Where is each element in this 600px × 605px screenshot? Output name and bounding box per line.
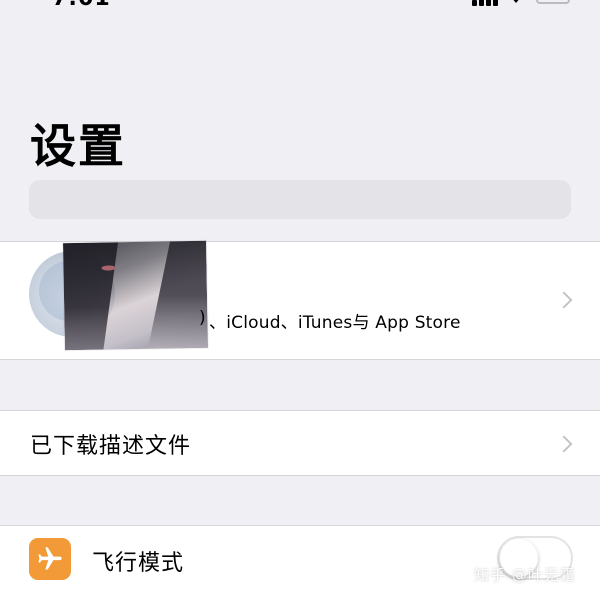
search-input[interactable] (29, 180, 571, 219)
downloaded-profile-row[interactable]: 已下载描述文件 (0, 410, 600, 476)
chevron-right-icon (555, 291, 573, 309)
apple-id-subtitle-text: 、iCloud、iTunes与 App Store (209, 313, 461, 333)
wifi-icon (513, 0, 519, 3)
status-time: 7:01 (52, 0, 111, 11)
chevron-right-icon (555, 435, 573, 453)
apple-id-subtitle: ) 、iCloud、iTunes与 App Store (199, 308, 461, 333)
apple-id-row[interactable]: ) 、iCloud、iTunes与 App Store (0, 240, 600, 360)
status-bar: 7:01 (0, 0, 600, 12)
watermark: 知乎 @叶无霜 (474, 566, 576, 584)
apple-id-subtitle-lead: ) (199, 308, 206, 328)
downloaded-profile-label: 已下载描述文件 (30, 434, 192, 459)
cellular-signal-icon (472, 0, 500, 6)
page-title: 设置 (30, 119, 126, 173)
battery-icon (536, 0, 570, 4)
airplane-icon (29, 538, 71, 580)
airplane-mode-label: 飞行模式 (92, 551, 185, 576)
profile-photo (63, 240, 208, 351)
